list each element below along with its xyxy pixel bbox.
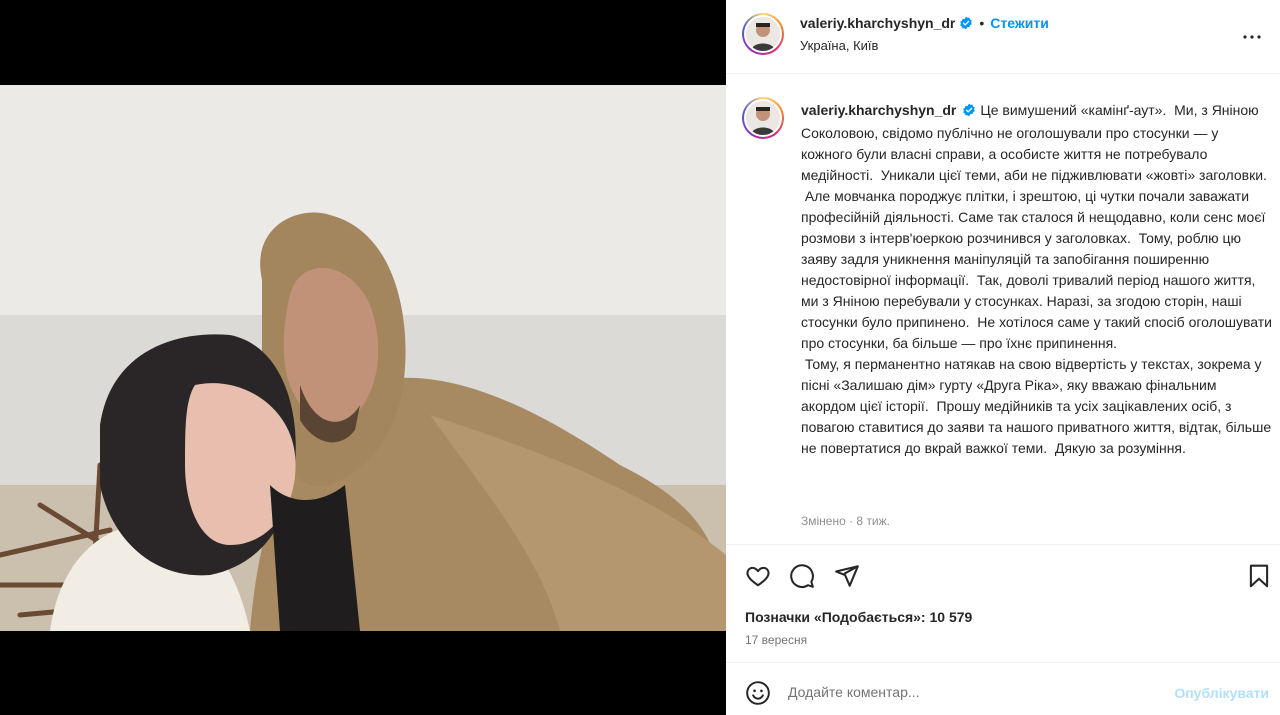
share-icon[interactable] (834, 563, 862, 591)
publish-button[interactable]: Опублікувати (1174, 685, 1269, 701)
edited-timestamp[interactable]: Змінено · 8 тиж. (801, 514, 890, 528)
avatar-portrait-icon (746, 17, 780, 51)
caption-section: valeriy.kharchyshyn_dr Це вимушений «камі… (726, 75, 1280, 545)
post-date[interactable]: 17 вересня (745, 633, 807, 647)
verified-badge-icon (959, 16, 973, 35)
post-caption: valeriy.kharchyshyn_dr Це вимушений «камі… (801, 100, 1273, 459)
emoji-icon[interactable] (745, 680, 771, 706)
more-horizontal-icon[interactable] (1240, 25, 1264, 49)
avatar-image (744, 99, 782, 137)
avatar-portrait-icon (746, 101, 780, 135)
post-location[interactable]: Україна, Київ (800, 38, 878, 53)
follow-button[interactable]: Стежити (990, 15, 1049, 31)
post-side-panel: valeriy.kharchyshyn_dr • Стежити Україна, … (726, 0, 1280, 715)
author-avatar[interactable] (742, 13, 784, 55)
likes-count[interactable]: Позначки «Подобається»: 10 579 (745, 609, 972, 625)
separator-dot: • (979, 15, 985, 31)
heart-icon[interactable] (745, 563, 773, 591)
caption-text: Це вимушений «камінґ-аут». Ми, з Яніною … (801, 102, 1272, 456)
header-user-line: valeriy.kharchyshyn_dr • Стежити (800, 15, 1049, 35)
post-actions (726, 559, 1280, 599)
comment-bar: Опублікувати (726, 662, 1280, 715)
selfie-photo-illustration (0, 85, 726, 631)
post-header: valeriy.kharchyshyn_dr • Стежити Україна, … (726, 0, 1280, 74)
comment-input[interactable] (788, 677, 1148, 707)
comment-icon[interactable] (789, 563, 817, 591)
post-media (0, 0, 726, 715)
caption-username[interactable]: valeriy.kharchyshyn_dr (801, 102, 956, 118)
caption-author-avatar[interactable] (742, 97, 784, 139)
post-photo[interactable] (0, 85, 726, 631)
verified-badge-icon (962, 102, 976, 123)
avatar-image (744, 15, 782, 53)
bookmark-icon[interactable] (1246, 563, 1274, 591)
author-username[interactable]: valeriy.kharchyshyn_dr (800, 15, 955, 31)
